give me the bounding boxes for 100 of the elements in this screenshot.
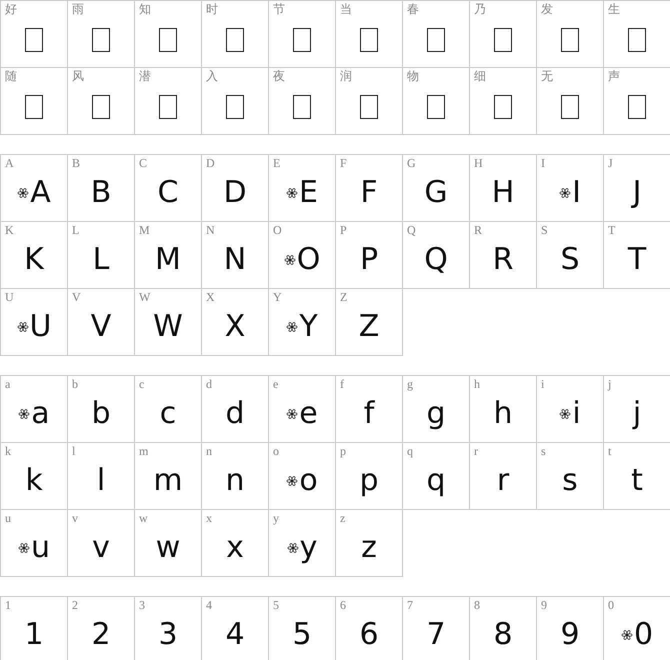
missing-glyph-icon	[293, 28, 311, 52]
cell-label: G	[406, 155, 416, 170]
glyph-sample: v	[92, 530, 110, 564]
glyph-sample: 9	[560, 618, 580, 652]
glyph-sample: k	[25, 464, 43, 498]
glyph-sample: r	[496, 464, 510, 498]
glyph-sample: N	[224, 242, 246, 276]
missing-glyph-icon	[92, 94, 110, 118]
cell-label: O	[272, 222, 282, 237]
glyph-sample: s	[562, 464, 578, 498]
cell-label: 乃	[473, 1, 486, 16]
glyph-sample: C	[158, 176, 178, 210]
cell-label: J	[607, 155, 613, 170]
glyph-sample: f	[364, 396, 374, 430]
cell-label: 潜	[138, 68, 151, 83]
glyph-sample: b	[91, 396, 111, 430]
cell-label: A	[4, 155, 14, 170]
cell-label: 声	[607, 68, 620, 83]
glyph-sample: 2	[91, 618, 111, 652]
cell-label: t	[607, 443, 612, 458]
glyph-sample: Y	[299, 310, 318, 344]
cell-label: 无	[540, 68, 553, 83]
glyph-sample: 6	[359, 618, 379, 652]
glyph-sample: 1	[24, 618, 44, 652]
glyph-sample: P	[360, 242, 378, 276]
glyph-sample: O	[296, 242, 320, 276]
glyph-sample: G	[424, 176, 448, 210]
cell-label: N	[205, 222, 215, 237]
cell-label: u	[4, 510, 11, 525]
glyph-sample: z	[361, 530, 377, 564]
cell-label: 润	[339, 68, 352, 83]
cell-label: C	[138, 155, 148, 170]
glyph-sample: g	[426, 396, 446, 430]
glyph-sample: p	[359, 464, 379, 498]
glyph-sample: K	[24, 242, 44, 276]
glyph-sample: o	[299, 464, 318, 498]
glyph-sample: H	[492, 176, 514, 210]
missing-glyph-icon	[25, 28, 43, 52]
glyph-sample: h	[493, 396, 512, 430]
cell-label: 雨	[71, 1, 84, 16]
cell-label: d	[205, 376, 212, 391]
glyph-sample: e	[299, 396, 318, 430]
cell-label: 随	[4, 68, 17, 83]
cell-label: R	[473, 222, 482, 237]
missing-glyph-icon	[25, 94, 43, 118]
cell-label: 时	[205, 1, 218, 16]
cell-label: a	[4, 376, 10, 391]
cell-label: X	[205, 289, 215, 304]
cell-label: 2	[71, 597, 78, 612]
cell-label: e	[272, 376, 278, 391]
cell-label: 入	[205, 68, 218, 83]
cell-label: z	[339, 510, 346, 525]
missing-glyph-icon	[360, 94, 378, 118]
cell-label: 春	[406, 1, 419, 16]
glyph-sample: y	[300, 530, 318, 564]
cell-label: w	[138, 510, 148, 525]
cell-label: L	[71, 222, 80, 237]
glyph-sample: u	[30, 530, 50, 564]
glyph-sample: i	[572, 396, 581, 430]
glyph-sample: d	[225, 396, 245, 430]
cell-label: n	[205, 443, 212, 458]
glyph-sample: M	[155, 242, 181, 276]
glyph-sample: D	[223, 176, 247, 210]
cell-label: W	[138, 289, 150, 304]
cell-label: H	[473, 155, 483, 170]
cell-label: 生	[607, 1, 620, 16]
missing-glyph-icon	[628, 28, 646, 52]
glyph-sample: Z	[358, 310, 380, 344]
cell-label: F	[339, 155, 347, 170]
cell-label: 0	[607, 597, 614, 612]
missing-glyph-icon	[561, 94, 579, 118]
cell-label: Z	[339, 289, 348, 304]
cell-label: 好	[4, 1, 17, 16]
glyph-sample: l	[96, 464, 106, 498]
cell-label: V	[71, 289, 81, 304]
glyph-sample: 8	[493, 618, 513, 652]
cell-label: b	[71, 376, 78, 391]
cell-label: E	[272, 155, 280, 170]
glyph-sample: J	[632, 176, 642, 210]
missing-glyph-icon	[494, 28, 512, 52]
glyph-sample: W	[153, 310, 183, 344]
glyph-sample: E	[299, 176, 318, 210]
cell-label: 6	[339, 597, 346, 612]
glyph-sample: t	[631, 464, 643, 498]
missing-glyph-icon	[226, 28, 244, 52]
glyph-sample: w	[156, 530, 180, 564]
missing-glyph-icon	[293, 94, 311, 118]
cell-label: m	[138, 443, 148, 458]
missing-glyph-icon	[494, 94, 512, 118]
cell-label: 发	[540, 1, 553, 16]
cell-label: j	[606, 376, 612, 391]
cell-label: U	[4, 289, 14, 304]
cell-label: 3	[138, 597, 145, 612]
cell-label: 细	[473, 68, 486, 83]
cell-label: D	[205, 155, 215, 170]
glyph-sample: R	[492, 242, 514, 276]
glyph-sample: n	[225, 464, 244, 498]
cell-label: B	[71, 155, 80, 170]
missing-glyph-icon	[159, 28, 177, 52]
cell-label: 当	[339, 1, 352, 16]
